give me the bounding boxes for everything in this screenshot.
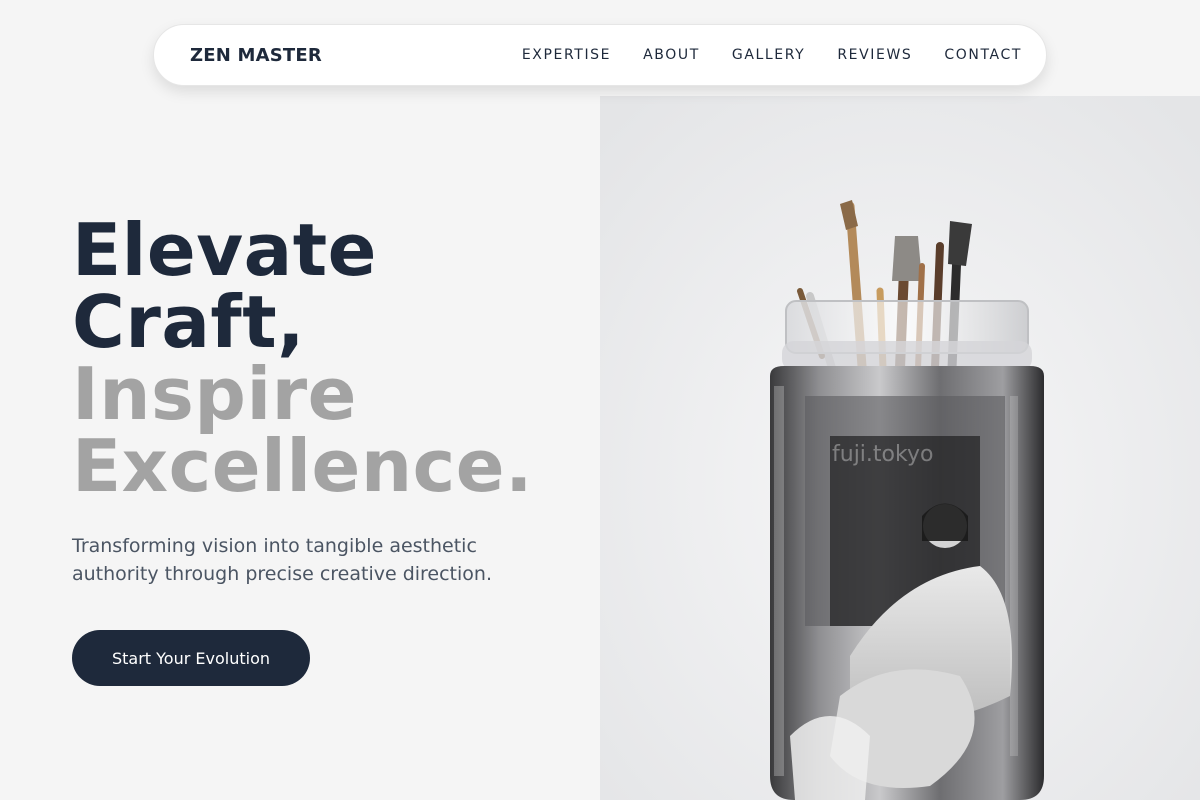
hero-headline: Elevate Craft, Inspire Excellence. — [72, 214, 592, 502]
photo-watermark: fuji.tokyo — [832, 442, 933, 467]
headline-line-2: Craft, — [72, 280, 306, 364]
main-menu: EXPERTISE ABOUT GALLERY REVIEWS CONTACT — [522, 47, 1022, 63]
hero-tagline: Transforming vision into tangible aesthe… — [72, 535, 492, 585]
nav-link-contact[interactable]: CONTACT — [944, 47, 1022, 63]
start-evolution-button[interactable]: Start Your Evolution — [72, 630, 310, 686]
headline-line-1: Elevate — [72, 208, 377, 292]
nav-link-expertise[interactable]: EXPERTISE — [522, 47, 611, 63]
headline-line-3: Inspire — [72, 352, 357, 436]
hero-section: Elevate Craft, Inspire Excellence. Trans… — [72, 214, 592, 686]
nav-link-reviews[interactable]: REVIEWS — [837, 47, 912, 63]
top-navigation-bar: ZEN MASTER EXPERTISE ABOUT GALLERY REVIE… — [153, 24, 1047, 86]
nav-link-about[interactable]: ABOUT — [643, 47, 700, 63]
brand-logo[interactable]: ZEN MASTER — [190, 45, 322, 66]
headline-line-4: Excellence. — [72, 424, 533, 508]
nav-link-gallery[interactable]: GALLERY — [732, 47, 805, 63]
hero-image: fuji.tokyo — [600, 96, 1200, 800]
glass-jar — [770, 300, 1044, 800]
jar-with-paintbrushes-photo: fuji.tokyo — [600, 96, 1200, 800]
